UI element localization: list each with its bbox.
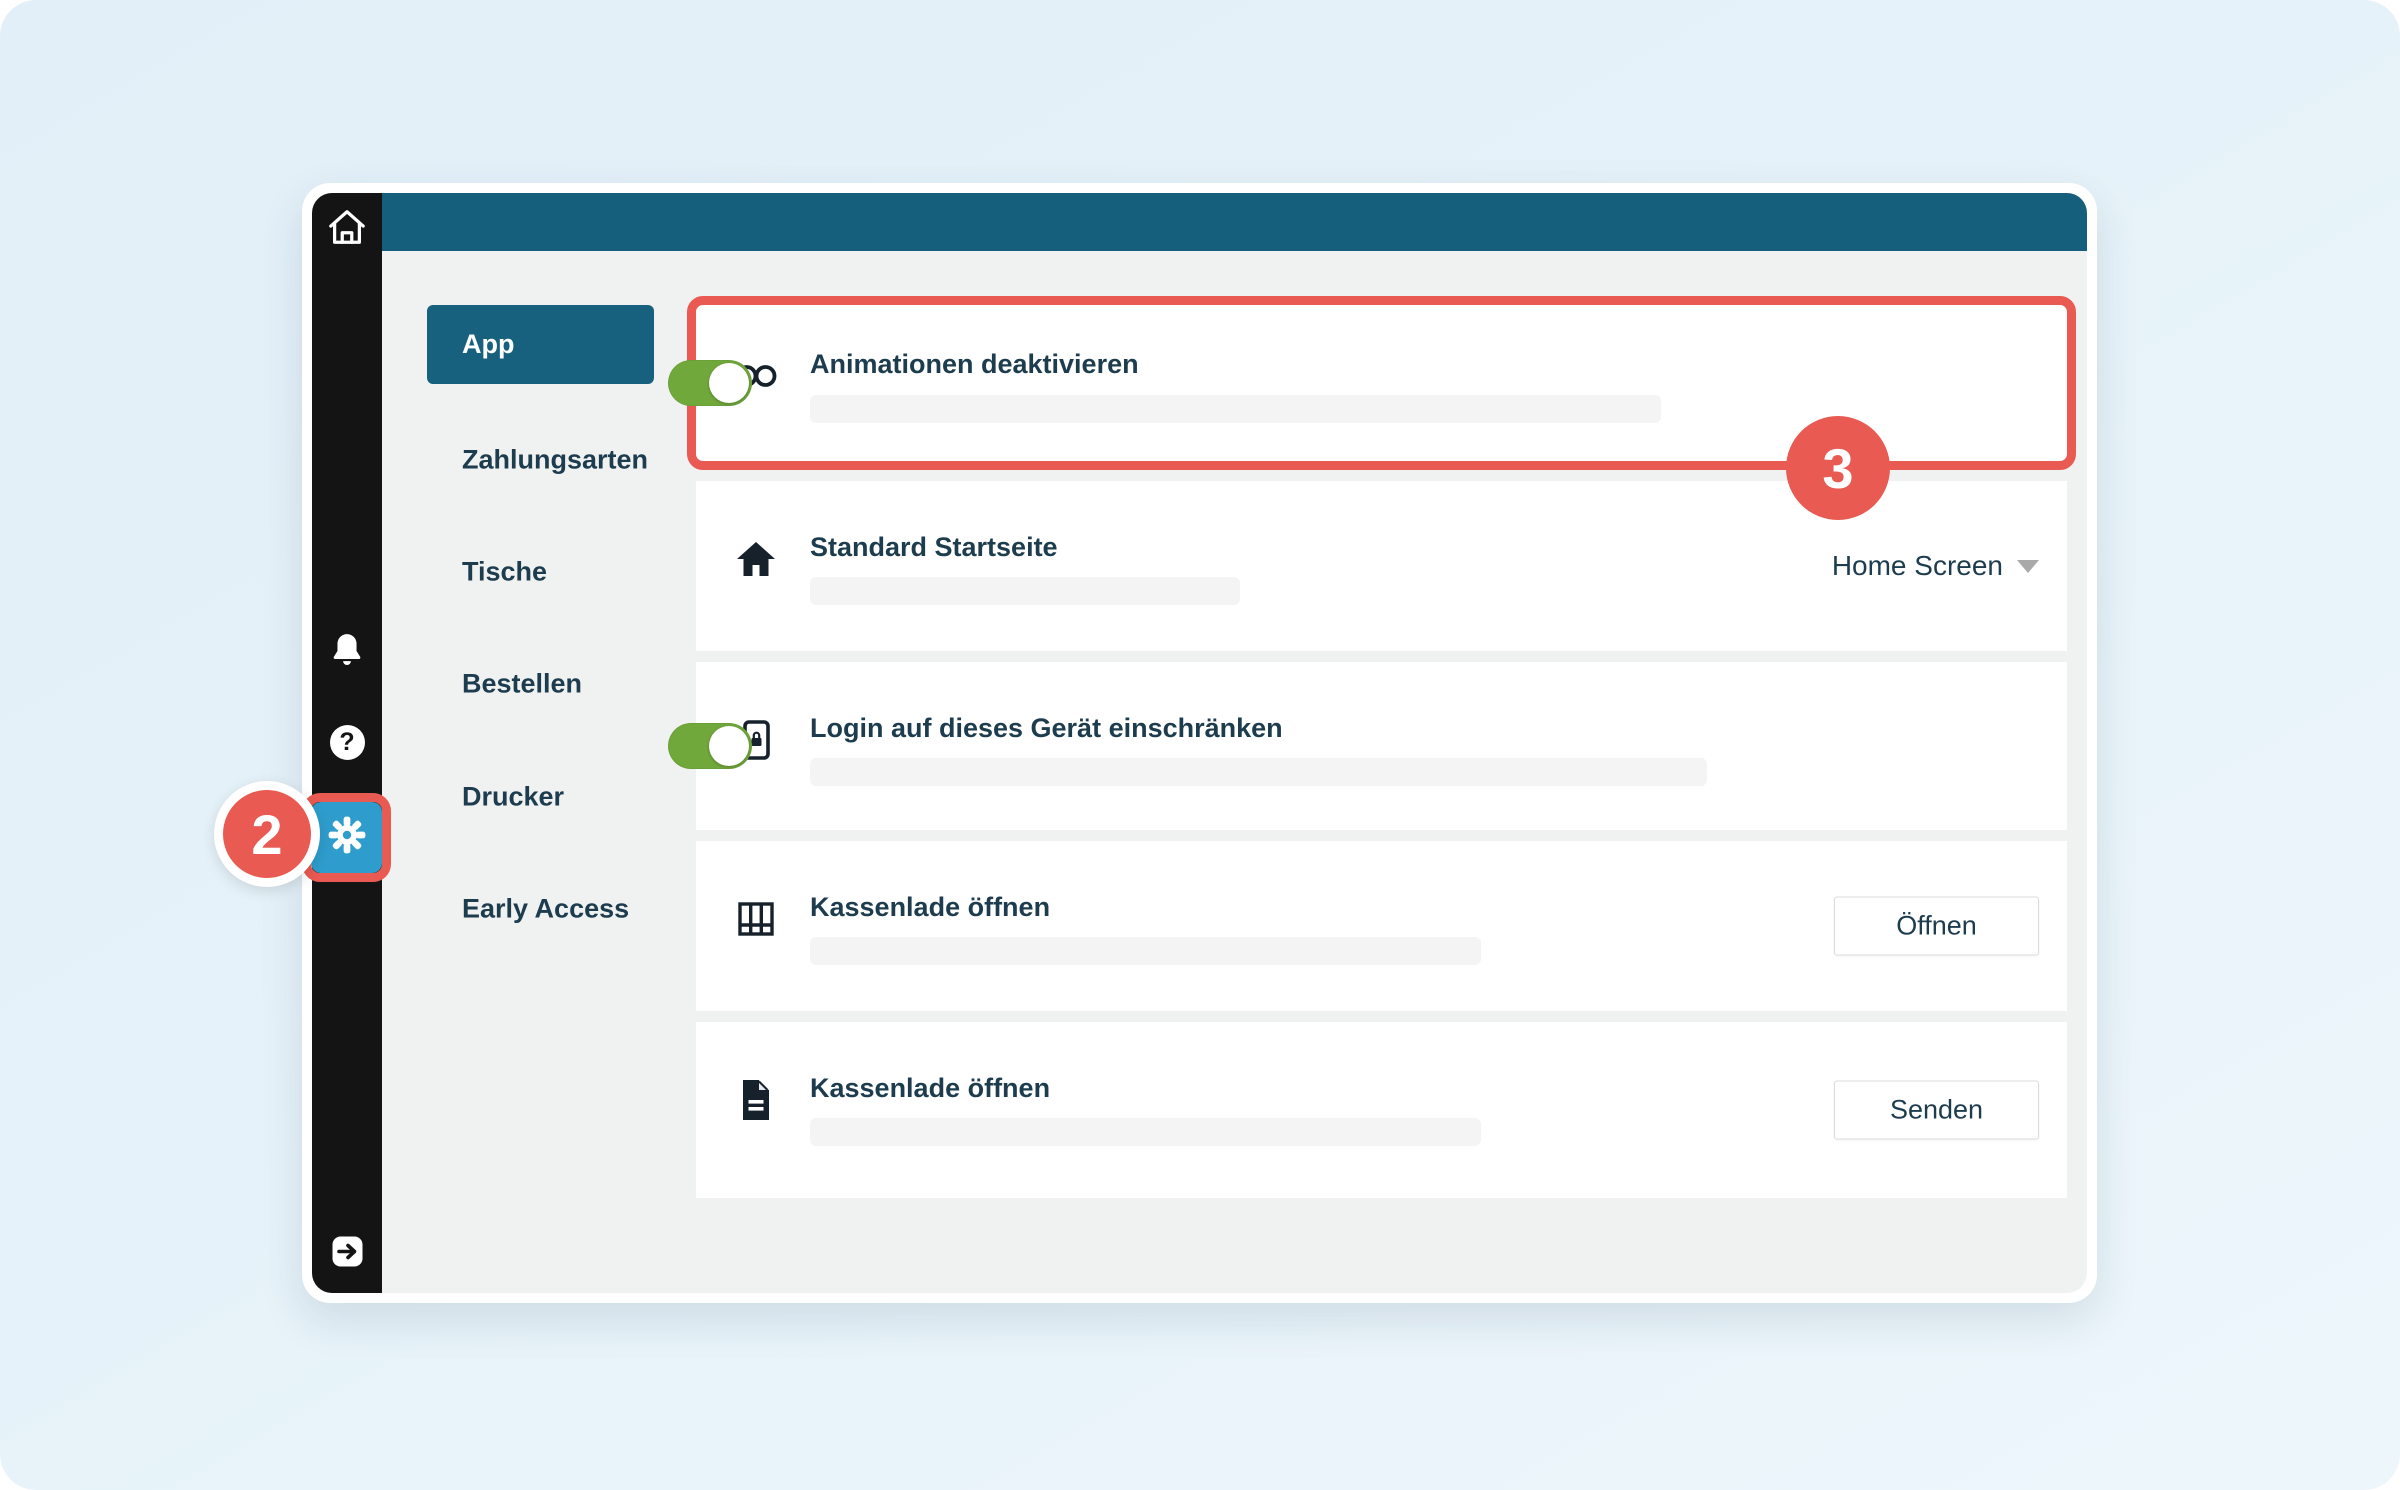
- sidebar-item-home[interactable]: [312, 207, 382, 251]
- device-login-toggle[interactable]: [668, 723, 752, 769]
- bell-icon: [331, 632, 363, 673]
- logout-icon: [331, 1235, 364, 1273]
- setting-description-placeholder: [810, 937, 1481, 965]
- home-icon: [326, 207, 368, 252]
- setting-description-placeholder: [810, 577, 1240, 605]
- page-background: ? App Zahlungsarten Tische Bestellen Dru…: [0, 0, 2400, 1490]
- step-badge-3: 3: [1786, 416, 1890, 520]
- sidebar-item-notifications[interactable]: [312, 631, 382, 673]
- nav-item-zahlungsarten[interactable]: Zahlungsarten: [462, 445, 648, 476]
- cash-drawer-icon: [732, 893, 780, 945]
- nav-item-early-access[interactable]: Early Access: [462, 894, 629, 925]
- select-value: Home Screen: [1831, 550, 2003, 581]
- top-header-bar: [382, 193, 2087, 251]
- home-icon: [732, 533, 780, 585]
- app-window: ? App Zahlungsarten Tische Bestellen Dru…: [302, 183, 2097, 1303]
- setting-label: Kassenlade öffnen: [810, 1073, 1051, 1103]
- setting-description-placeholder: [810, 1118, 1481, 1146]
- app-window-content: ? App Zahlungsarten Tische Bestellen Dru…: [312, 193, 2087, 1293]
- settings-row-cash-drawer-open: Kassenlade öffnen Öffnen: [696, 841, 2067, 1011]
- step-badge-2: 2: [214, 781, 320, 887]
- nav-item-tische[interactable]: Tische: [462, 557, 547, 588]
- setting-description-placeholder: [810, 395, 1661, 423]
- document-icon: [732, 1074, 780, 1126]
- sidebar-item-settings[interactable]: [311, 802, 382, 873]
- setting-label: Login auf dieses Gerät einschränken: [810, 713, 1283, 743]
- settings-row-cash-drawer-send: Kassenlade öffnen Senden: [696, 1022, 2067, 1198]
- setting-label: Standard Startseite: [810, 532, 1058, 562]
- settings-row-device-login: Login auf dieses Gerät einschränken: [668, 662, 2067, 830]
- animations-toggle[interactable]: [668, 360, 752, 406]
- setting-label: Animationen deaktivieren: [810, 349, 1139, 379]
- toggle-knob: [709, 363, 749, 403]
- open-drawer-button[interactable]: Öffnen: [1834, 896, 2039, 956]
- send-drawer-button[interactable]: Senden: [1834, 1080, 2039, 1140]
- chevron-down-icon: [2017, 559, 2039, 573]
- sidebar: ?: [312, 193, 382, 1293]
- nav-item-bestellen[interactable]: Bestellen: [462, 669, 582, 700]
- toggle-knob: [709, 726, 749, 766]
- nav-item-app[interactable]: App: [427, 305, 654, 384]
- start-page-select[interactable]: Home Screen: [1832, 550, 2039, 582]
- setting-description-placeholder: [810, 758, 1707, 786]
- setting-label: Kassenlade öffnen: [810, 892, 1051, 922]
- sidebar-item-help[interactable]: ?: [312, 721, 382, 763]
- nav-item-drucker[interactable]: Drucker: [462, 782, 564, 813]
- sidebar-item-logout[interactable]: [312, 1233, 382, 1275]
- gear-icon: [326, 814, 368, 861]
- help-icon: ?: [329, 724, 365, 760]
